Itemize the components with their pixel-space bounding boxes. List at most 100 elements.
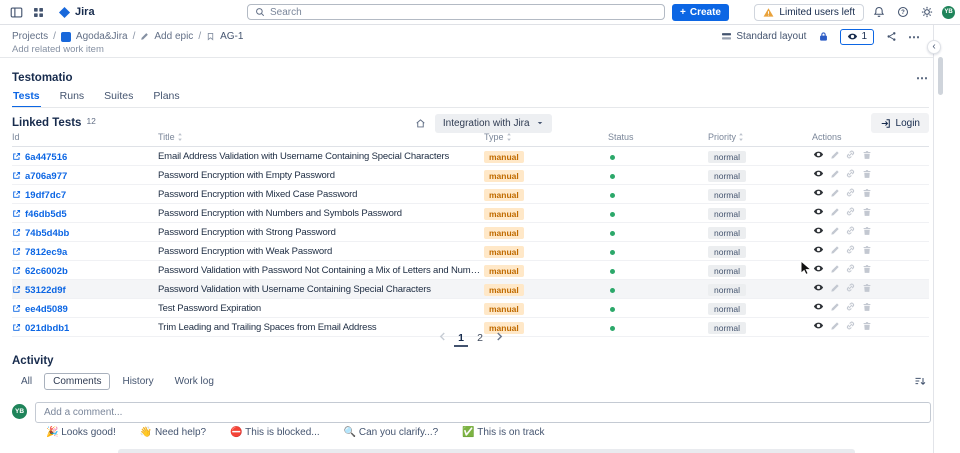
- previous-page-button[interactable]: [435, 330, 449, 347]
- table-row[interactable]: 53122d9f Password Validation with Usernam…: [12, 279, 929, 299]
- app-switcher-button[interactable]: [28, 2, 48, 22]
- scrollbar-thumb[interactable]: [938, 57, 943, 95]
- link-test-button[interactable]: [844, 149, 857, 162]
- breadcrumb-project[interactable]: Agoda&Jira: [76, 31, 128, 42]
- activity-tab-history[interactable]: History: [113, 373, 162, 390]
- delete-test-button[interactable]: [860, 282, 873, 295]
- table-row[interactable]: 62c6002b Password Validation with Passwor…: [12, 260, 929, 280]
- edit-test-button[interactable]: [828, 149, 841, 162]
- tab-tests[interactable]: Tests: [12, 90, 41, 108]
- sort-order-button[interactable]: [911, 372, 929, 390]
- create-button[interactable]: + Create: [672, 4, 729, 21]
- help-button[interactable]: ?: [894, 3, 912, 21]
- share-button[interactable]: [882, 28, 900, 46]
- search-input[interactable]: Search: [247, 4, 665, 20]
- edit-test-button[interactable]: [828, 244, 841, 257]
- table-row[interactable]: a706a977 Password Encryption with Empty P…: [12, 165, 929, 185]
- activity-tab-all[interactable]: All: [12, 373, 41, 390]
- more-actions-button[interactable]: ⋯: [908, 30, 921, 44]
- breadcrumb-add-epic[interactable]: Add epic: [154, 31, 193, 42]
- test-id-link[interactable]: 19df7dc7: [25, 190, 66, 201]
- view-test-button[interactable]: [812, 301, 825, 314]
- collapse-panel-button[interactable]: ‹: [927, 40, 941, 54]
- activity-tab-comments[interactable]: Comments: [44, 372, 111, 390]
- breadcrumb-issue-key[interactable]: AG-1: [220, 31, 243, 42]
- restrictions-button[interactable]: [814, 28, 832, 46]
- edit-test-button[interactable]: [828, 282, 841, 295]
- view-test-button[interactable]: [812, 206, 825, 219]
- edit-test-button[interactable]: [828, 206, 841, 219]
- column-header-type[interactable]: Type: [484, 131, 608, 147]
- tab-runs[interactable]: Runs: [59, 90, 86, 108]
- table-row[interactable]: 6a447516 Email Address Validation with Us…: [12, 146, 929, 166]
- view-test-button[interactable]: [812, 225, 825, 238]
- view-test-button[interactable]: [812, 263, 825, 276]
- settings-button[interactable]: [918, 3, 936, 21]
- quick-reply-chip[interactable]: ⛔ This is blocked...: [230, 427, 320, 438]
- table-row[interactable]: 7812ec9a Password Encryption with Weak Pa…: [12, 241, 929, 261]
- test-id-link[interactable]: 6a447516: [25, 152, 67, 163]
- link-test-button[interactable]: [844, 263, 857, 276]
- delete-test-button[interactable]: [860, 225, 873, 238]
- test-id-link[interactable]: a706a977: [25, 171, 67, 182]
- quick-reply-chip[interactable]: 🎉 Looks good!: [46, 427, 116, 438]
- delete-test-button[interactable]: [860, 206, 873, 219]
- breadcrumb-projects[interactable]: Projects: [12, 31, 48, 42]
- activity-tab-work-log[interactable]: Work log: [166, 373, 223, 390]
- edit-test-button[interactable]: [828, 263, 841, 276]
- test-id-link[interactable]: ee4d5089: [25, 304, 68, 315]
- table-row[interactable]: 74b5d4bb Password Encryption with Strong …: [12, 222, 929, 242]
- test-id-link[interactable]: 7812ec9a: [25, 247, 67, 258]
- delete-test-button[interactable]: [860, 301, 873, 314]
- delete-test-button[interactable]: [860, 168, 873, 181]
- edit-test-button[interactable]: [828, 225, 841, 238]
- delete-test-button[interactable]: [860, 263, 873, 276]
- user-avatar[interactable]: YB: [942, 5, 955, 19]
- test-id-link[interactable]: 74b5d4bb: [25, 228, 69, 239]
- link-test-button[interactable]: [844, 282, 857, 295]
- link-test-button[interactable]: [844, 206, 857, 219]
- tab-plans[interactable]: Plans: [152, 90, 180, 108]
- integration-dropdown[interactable]: Integration with Jira: [434, 113, 552, 133]
- view-test-button[interactable]: [812, 282, 825, 295]
- notifications-button[interactable]: [870, 3, 888, 21]
- delete-test-button[interactable]: [860, 244, 873, 257]
- limited-users-button[interactable]: Limited users left: [754, 3, 864, 21]
- edit-test-button[interactable]: [828, 168, 841, 181]
- edit-test-button[interactable]: [828, 187, 841, 200]
- table-row[interactable]: 19df7dc7 Password Encryption with Mixed C…: [12, 184, 929, 204]
- home-icon[interactable]: [415, 118, 426, 129]
- table-row[interactable]: f46db5d5 Password Encryption with Numbers…: [12, 203, 929, 223]
- column-header-priority[interactable]: Priority: [708, 131, 812, 147]
- test-id-link[interactable]: f46db5d5: [25, 209, 67, 220]
- page-2-button[interactable]: 2: [473, 330, 487, 347]
- link-test-button[interactable]: [844, 244, 857, 257]
- login-button[interactable]: Login: [870, 113, 929, 133]
- view-test-button[interactable]: [812, 149, 825, 162]
- jira-home-link[interactable]: Jira: [58, 6, 95, 19]
- watch-button[interactable]: 1: [840, 28, 874, 45]
- view-test-button[interactable]: [812, 168, 825, 181]
- next-page-button[interactable]: [492, 330, 506, 347]
- column-header-title[interactable]: Title: [158, 131, 484, 147]
- test-id-link[interactable]: 62c6002b: [25, 266, 68, 277]
- tab-suites[interactable]: Suites: [103, 90, 134, 108]
- sidebar-toggle-button[interactable]: [6, 2, 26, 22]
- comment-input[interactable]: Add a comment...: [35, 402, 931, 423]
- page-1-button[interactable]: 1: [454, 330, 468, 347]
- link-test-button[interactable]: [844, 225, 857, 238]
- delete-test-button[interactable]: [860, 149, 873, 162]
- view-test-button[interactable]: [812, 187, 825, 200]
- table-row[interactable]: ee4d5089 Test Password Expiration manual no…: [12, 298, 929, 318]
- edit-test-button[interactable]: [828, 301, 841, 314]
- link-test-button[interactable]: [844, 301, 857, 314]
- link-test-button[interactable]: [844, 168, 857, 181]
- quick-reply-chip[interactable]: ✅ This is on track: [462, 427, 544, 438]
- link-test-button[interactable]: [844, 187, 857, 200]
- testomatio-more-button[interactable]: ⋯: [916, 71, 929, 85]
- layout-button[interactable]: Standard layout: [721, 31, 806, 42]
- view-test-button[interactable]: [812, 244, 825, 257]
- quick-reply-chip[interactable]: 👋 Need help?: [140, 427, 206, 438]
- test-id-link[interactable]: 53122d9f: [25, 285, 66, 296]
- delete-test-button[interactable]: [860, 187, 873, 200]
